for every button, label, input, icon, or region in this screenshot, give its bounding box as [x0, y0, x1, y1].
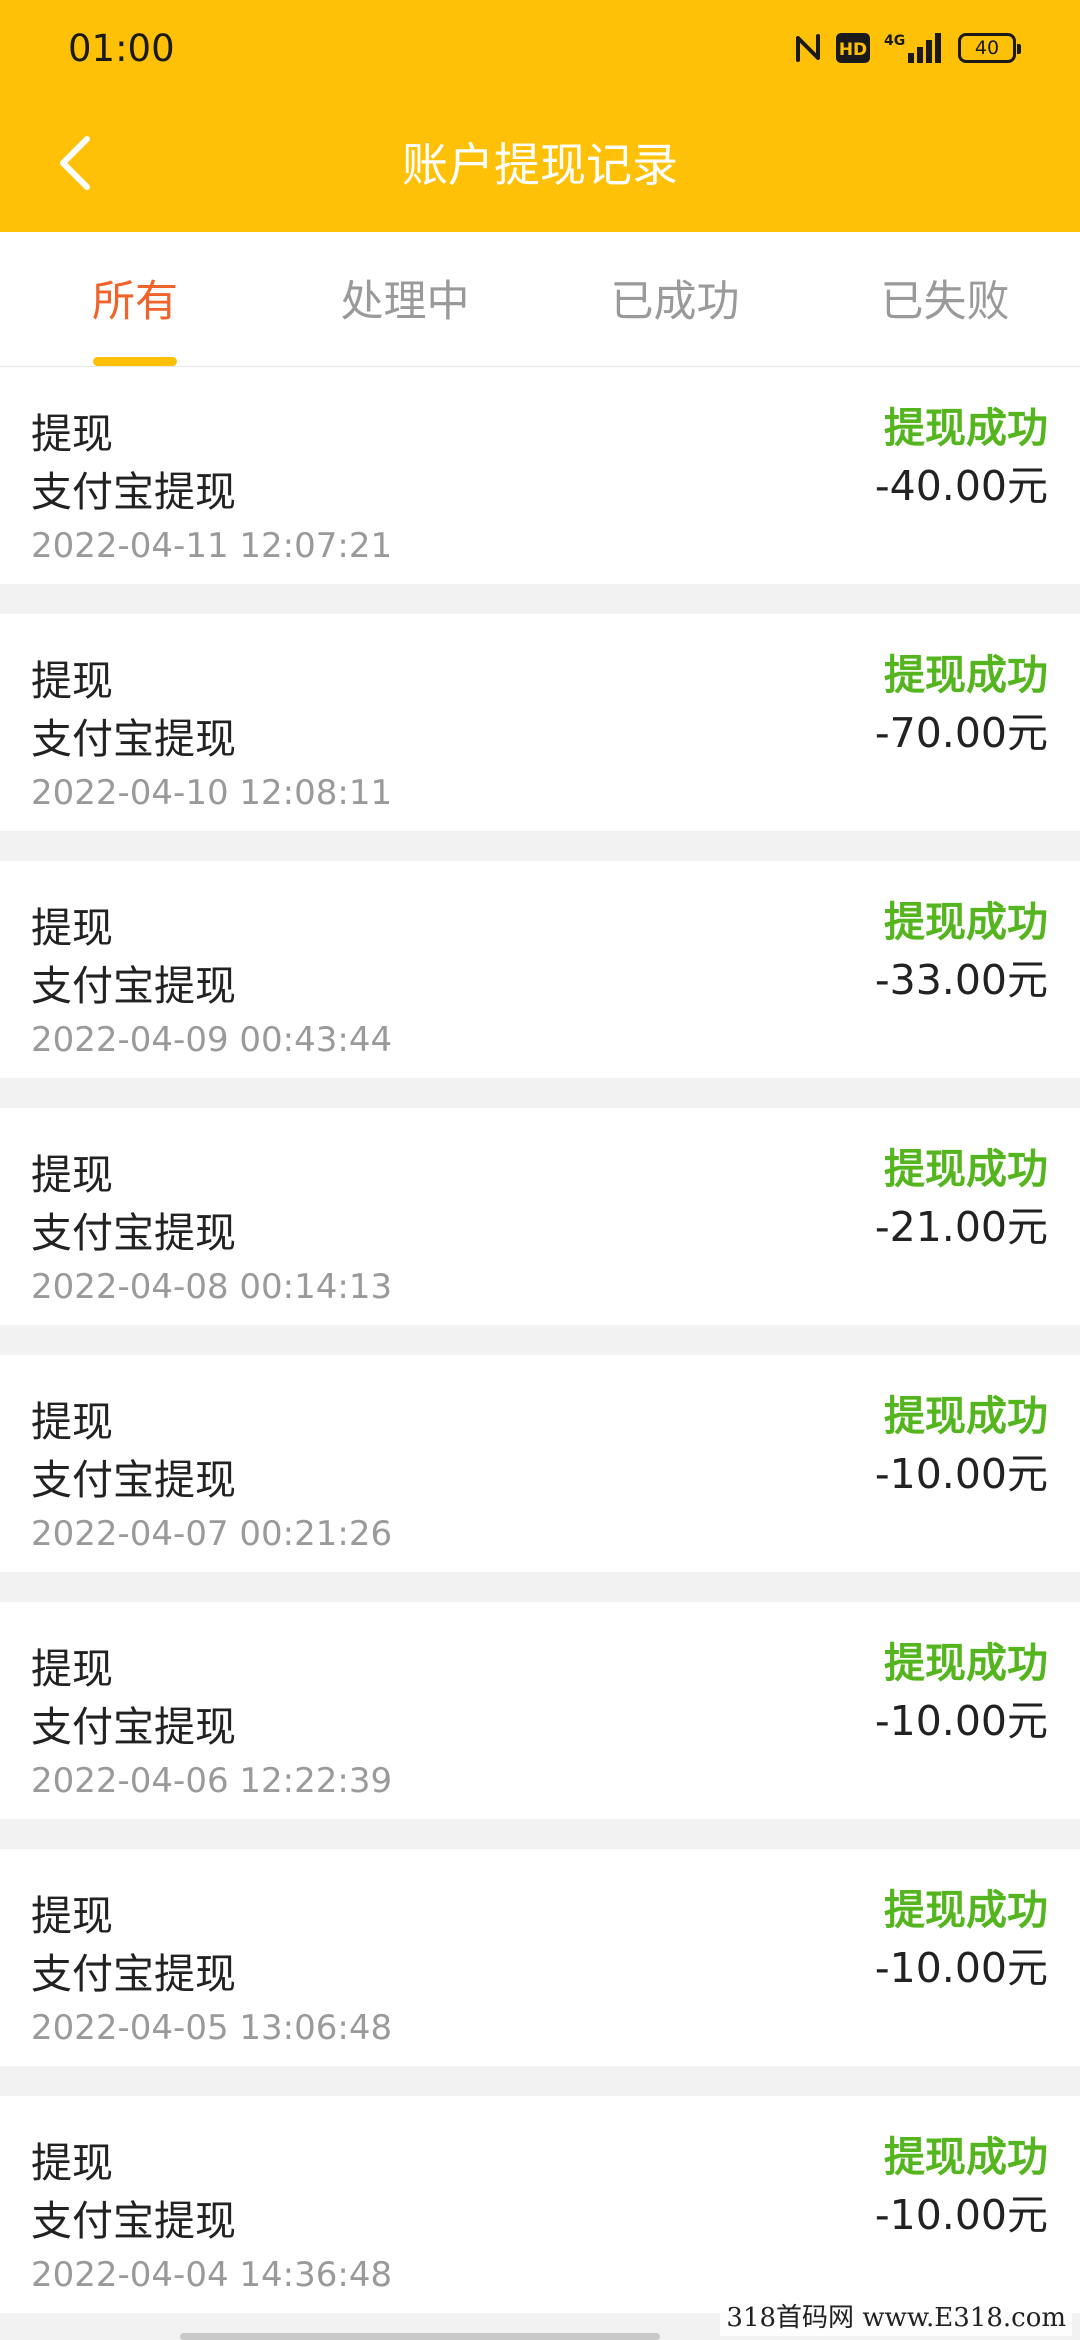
record-time: 2022-04-04 14:36:48	[31, 2255, 393, 2295]
record-row[interactable]: 提现 支付宝提现 2022-04-08 00:14:13 提现成功 -21.00…	[0, 1108, 1080, 1325]
nfc-icon	[794, 32, 822, 64]
record-method: 支付宝提现	[31, 715, 236, 763]
record-row[interactable]: 提现 支付宝提现 2022-04-09 00:43:44 提现成功 -33.00…	[0, 861, 1080, 1078]
record-status: 提现成功	[884, 1145, 1048, 1193]
record-amount: -40.00元	[874, 462, 1048, 510]
record-row[interactable]: 提现 支付宝提现 2022-04-06 12:22:39 提现成功 -10.00…	[0, 1602, 1080, 1819]
tab-label: 处理中	[340, 277, 470, 327]
record-status: 提现成功	[884, 898, 1048, 946]
record-status: 提现成功	[884, 1639, 1048, 1687]
tab-label: 已成功	[610, 277, 740, 327]
record-time: 2022-04-07 00:21:26	[31, 1514, 393, 1554]
record-method: 支付宝提现	[31, 1950, 236, 1998]
record-type: 提现	[31, 1645, 113, 1693]
record-amount: -10.00元	[874, 1450, 1048, 1498]
record-method: 支付宝提现	[31, 1456, 236, 1504]
withdrawal-record-list: 提现 支付宝提现 2022-04-11 12:07:21 提现成功 -40.00…	[0, 367, 1080, 2340]
record-type: 提现	[31, 904, 113, 952]
page-title: 账户提现记录	[402, 138, 678, 192]
tab-all[interactable]: 所有	[0, 232, 270, 366]
record-time: 2022-04-10 12:08:11	[31, 773, 393, 813]
active-tab-indicator	[93, 357, 177, 366]
record-time: 2022-04-08 00:14:13	[31, 1267, 393, 1307]
record-row[interactable]: 提现 支付宝提现 2022-04-04 14:36:48 提现成功 -10.00…	[0, 2096, 1080, 2313]
record-type: 提现	[31, 1892, 113, 1940]
record-amount: -33.00元	[874, 956, 1048, 1004]
record-type: 提现	[31, 2139, 113, 2187]
record-time: 2022-04-09 00:43:44	[31, 1020, 393, 1060]
tab-succeeded[interactable]: 已成功	[540, 232, 810, 366]
record-type: 提现	[31, 1398, 113, 1446]
record-amount: -10.00元	[874, 2191, 1048, 2239]
record-row[interactable]: 提现 支付宝提现 2022-04-07 00:21:26 提现成功 -10.00…	[0, 1355, 1080, 1572]
record-method: 支付宝提现	[31, 1209, 236, 1257]
app-header: 01:00 HD 4G 40 账户提现记录	[0, 0, 1080, 232]
home-indicator	[180, 2333, 660, 2340]
record-time: 2022-04-06 12:22:39	[31, 1761, 393, 1801]
tab-label: 所有	[92, 277, 178, 327]
battery-level: 40	[974, 37, 1000, 59]
record-amount: -10.00元	[874, 1697, 1048, 1745]
record-row[interactable]: 提现 支付宝提现 2022-04-11 12:07:21 提现成功 -40.00…	[0, 367, 1080, 584]
network-label: 4G	[884, 33, 905, 49]
status-time: 01:00	[68, 27, 175, 70]
record-time: 2022-04-05 13:06:48	[31, 2008, 393, 2048]
record-method: 支付宝提现	[31, 1703, 236, 1751]
filter-tabs: 所有 处理中 已成功 已失败	[0, 232, 1080, 367]
record-status: 提现成功	[884, 1886, 1048, 1934]
hd-icon: HD	[836, 33, 870, 63]
signal-icon: 4G	[884, 31, 944, 65]
page: 01:00 HD 4G 40 账户提现记录 所有 处理中 已成功 已失败 提现 …	[0, 0, 1080, 2340]
record-status: 提现成功	[884, 2133, 1048, 2181]
tab-label: 已失败	[880, 277, 1010, 327]
record-method: 支付宝提现	[31, 468, 236, 516]
tab-processing[interactable]: 处理中	[270, 232, 540, 366]
record-amount: -21.00元	[874, 1203, 1048, 1251]
record-amount: -70.00元	[874, 709, 1048, 757]
record-status: 提现成功	[884, 651, 1048, 699]
tab-failed[interactable]: 已失败	[810, 232, 1080, 366]
battery-icon: 40	[958, 33, 1021, 63]
record-type: 提现	[31, 410, 113, 458]
record-row[interactable]: 提现 支付宝提现 2022-04-05 13:06:48 提现成功 -10.00…	[0, 1849, 1080, 2066]
status-icons: HD 4G 40	[794, 28, 1021, 68]
record-row[interactable]: 提现 支付宝提现 2022-04-10 12:08:11 提现成功 -70.00…	[0, 614, 1080, 831]
record-type: 提现	[31, 1151, 113, 1199]
hd-label: HD	[839, 40, 867, 60]
watermark: 318首码网 www.E318.com	[720, 2295, 1072, 2336]
record-type: 提现	[31, 657, 113, 705]
record-time: 2022-04-11 12:07:21	[31, 526, 393, 566]
record-method: 支付宝提现	[31, 2197, 236, 2245]
record-status: 提现成功	[884, 404, 1048, 452]
record-amount: -10.00元	[874, 1944, 1048, 1992]
record-status: 提现成功	[884, 1392, 1048, 1440]
record-method: 支付宝提现	[31, 962, 236, 1010]
